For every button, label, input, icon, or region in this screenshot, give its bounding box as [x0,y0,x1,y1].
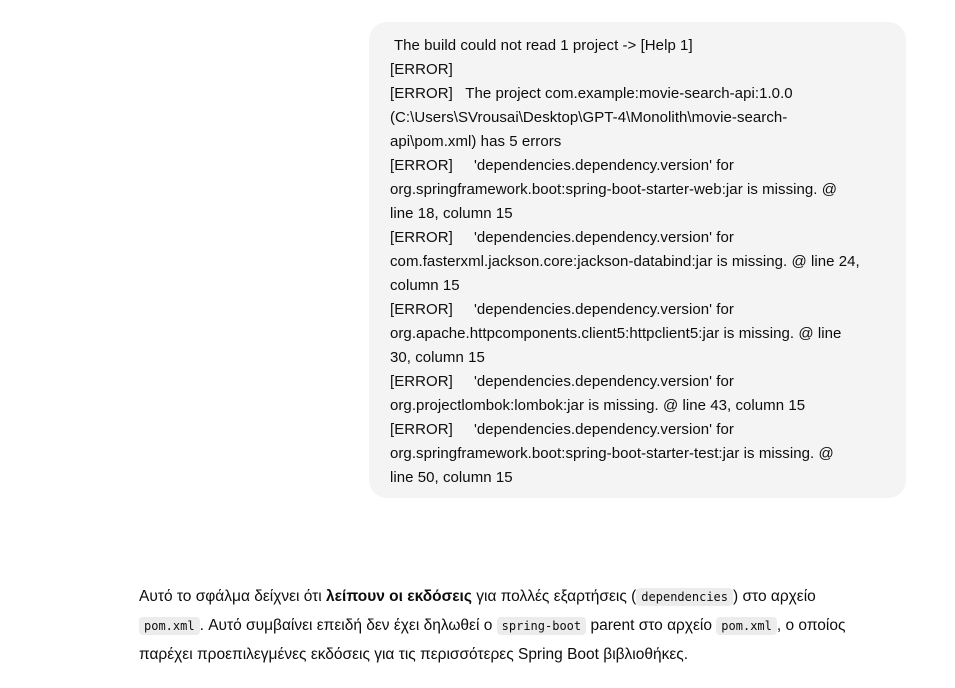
user-message-line: [ERROR] The project com.example:movie-se… [390,85,793,102]
assistant-text: parent στο αρχείο [586,617,717,634]
assistant-message-line: Αυτό το σφάλμα δείχνει ότι λείπουν οι εκ… [139,582,899,611]
assistant-text: ) στο αρχείο [733,588,816,605]
assistant-text: Αυτό το σφάλμα δείχνει ότι [139,588,327,605]
user-message-line: com.fasterxml.jackson.core:jackson-datab… [390,253,860,270]
user-message-line: [ERROR] 'dependencies.dependency.version… [390,421,734,438]
assistant-text: για πολλές εξαρτήσεις ( [471,588,637,605]
user-message-line: 30, column 15 [390,349,485,366]
user-message-line: [ERROR] 'dependencies.dependency.version… [390,157,734,174]
inline-code-pom-xml: pom.xml [139,617,200,635]
user-message-line: org.projectlombok:lombok:jar is missing.… [390,397,806,414]
user-message-line: (C:\Users\SVrousai\Desktop\GPT-4\Monolit… [390,109,788,126]
inline-code-pom-xml: pom.xml [716,617,777,635]
assistant-text: , ο οποίος [776,617,846,634]
user-message-line: [ERROR] [390,61,453,78]
user-message-line: column 15 [390,277,460,294]
inline-code-dependencies: dependencies [636,588,733,606]
assistant-message: Αυτό το σφάλμα δείχνει ότι λείπουν οι εκ… [139,582,899,669]
user-message-line: org.springframework.boot:spring-boot-sta… [390,445,834,462]
inline-code-spring-boot: spring-boot [496,617,587,635]
assistant-message-line: pom.xml. Αυτό συμβαίνει επειδή δεν έχει … [139,611,899,640]
assistant-text: παρέχει προεπιλεγμένες εκδόσεις για τις … [139,646,689,663]
user-message-line: [ERROR] 'dependencies.dependency.version… [390,373,734,390]
user-message-line: line 18, column 15 [390,205,513,222]
assistant-bold-text: λείπουν οι εκδόσεις [326,588,472,605]
user-message-line: [ERROR] 'dependencies.dependency.version… [390,301,734,318]
user-message-line: [ERROR] 'dependencies.dependency.version… [390,229,734,246]
assistant-message-line: παρέχει προεπιλεγμένες εκδόσεις για τις … [139,640,899,669]
user-message-line: line 50, column 15 [390,469,513,486]
user-message-line: org.springframework.boot:spring-boot-sta… [390,181,838,198]
user-message-line: org.apache.httpcomponents.client5:httpcl… [390,325,842,342]
user-message-bubble: The build could not read 1 project -> [H… [369,22,906,498]
assistant-text: . Αυτό συμβαίνει επειδή δεν έχει δηλωθεί… [199,617,497,634]
user-message-line: The build could not read 1 project -> [H… [390,37,693,54]
user-message-line: api\pom.xml) has 5 errors [390,133,562,150]
